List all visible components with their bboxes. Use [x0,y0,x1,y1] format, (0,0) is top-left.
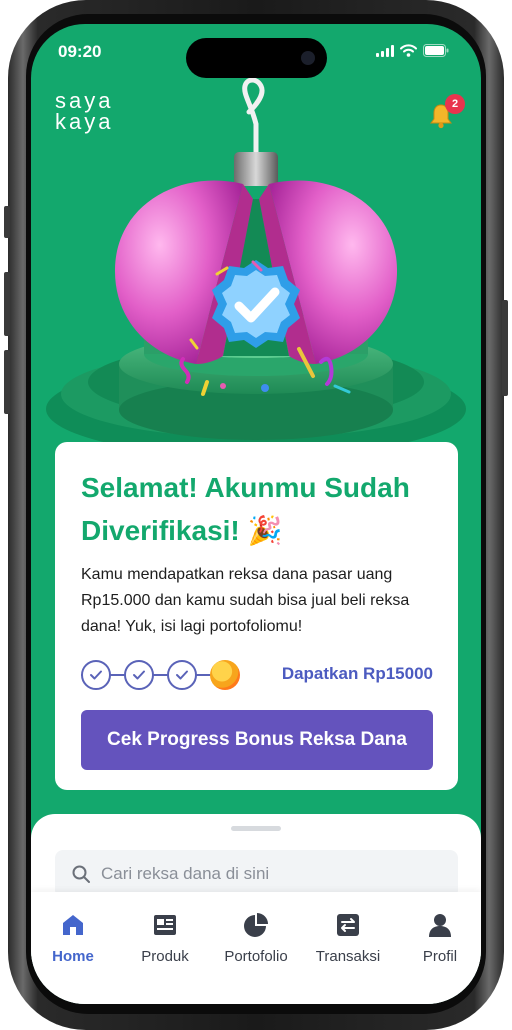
bonus-link[interactable]: Dapatkan Rp15000 [282,664,433,684]
tab-label: Produk [141,948,189,965]
sheet-drag-handle[interactable] [231,826,281,831]
search-placeholder: Cari reksa dana di sini [101,864,270,883]
wifi-icon [400,44,417,57]
check-icon [176,670,188,680]
tab-label: Profil [422,948,458,965]
bottom-tab-bar: Home Produk Portofolio Transaksi Profil [31,892,481,1004]
pie-chart-icon [244,913,268,937]
tab-portofolio[interactable]: Portofolio [216,910,296,965]
volume-down-button [4,350,10,414]
progress-step-3 [167,660,197,690]
progress-step-1 [81,660,111,690]
tab-home[interactable]: Home [33,910,113,965]
verification-card: Selamat! Akunmu Sudah Diverifikasi! 🎉 Ka… [55,442,458,790]
battery-icon [423,44,449,57]
home-icon [63,915,83,935]
profile-icon [429,914,451,937]
coin-icon [210,660,240,690]
logo-line-1: saya [55,88,114,113]
app-screen: 09:20 saya kaya 2 Selamat! Akunmu Sudah … [31,24,481,1004]
tab-profil[interactable]: Profil [400,910,480,965]
progress-step-2 [124,660,154,690]
check-icon [90,670,102,680]
tab-produk[interactable]: Produk [125,910,205,965]
dynamic-island [186,38,327,78]
volume-up-button [4,272,10,336]
notification-badge: 2 [445,94,465,114]
logo-line-2: kaya [55,109,114,134]
tab-label: Transaksi [315,948,381,965]
check-progress-button[interactable]: Cek Progress Bonus Reksa Dana [81,710,433,770]
status-indicators [376,44,449,57]
search-input[interactable]: Cari reksa dana di sini [55,850,458,898]
app-logo: saya kaya [55,88,114,134]
tab-transaksi[interactable]: Transaksi [308,910,388,965]
transfer-icon [337,914,359,936]
card-title: Selamat! Akunmu Sudah Diverifikasi! 🎉 [81,472,410,546]
status-bar: 09:20 [31,38,481,78]
search-icon [72,865,90,883]
check-icon [133,670,145,680]
power-button [502,300,508,396]
cellular-signal-icon [376,44,394,57]
status-time: 09:20 [58,42,102,61]
bonus-progress: Dapatkan Rp15000 [81,660,433,690]
mute-switch [4,206,10,238]
tab-label: Home [52,948,94,965]
tab-label: Portofolio [224,948,288,965]
card-description: Kamu mendapatkan reksa dana pasar uang R… [81,566,410,635]
camera-icon [301,51,315,65]
product-icon [154,915,176,935]
